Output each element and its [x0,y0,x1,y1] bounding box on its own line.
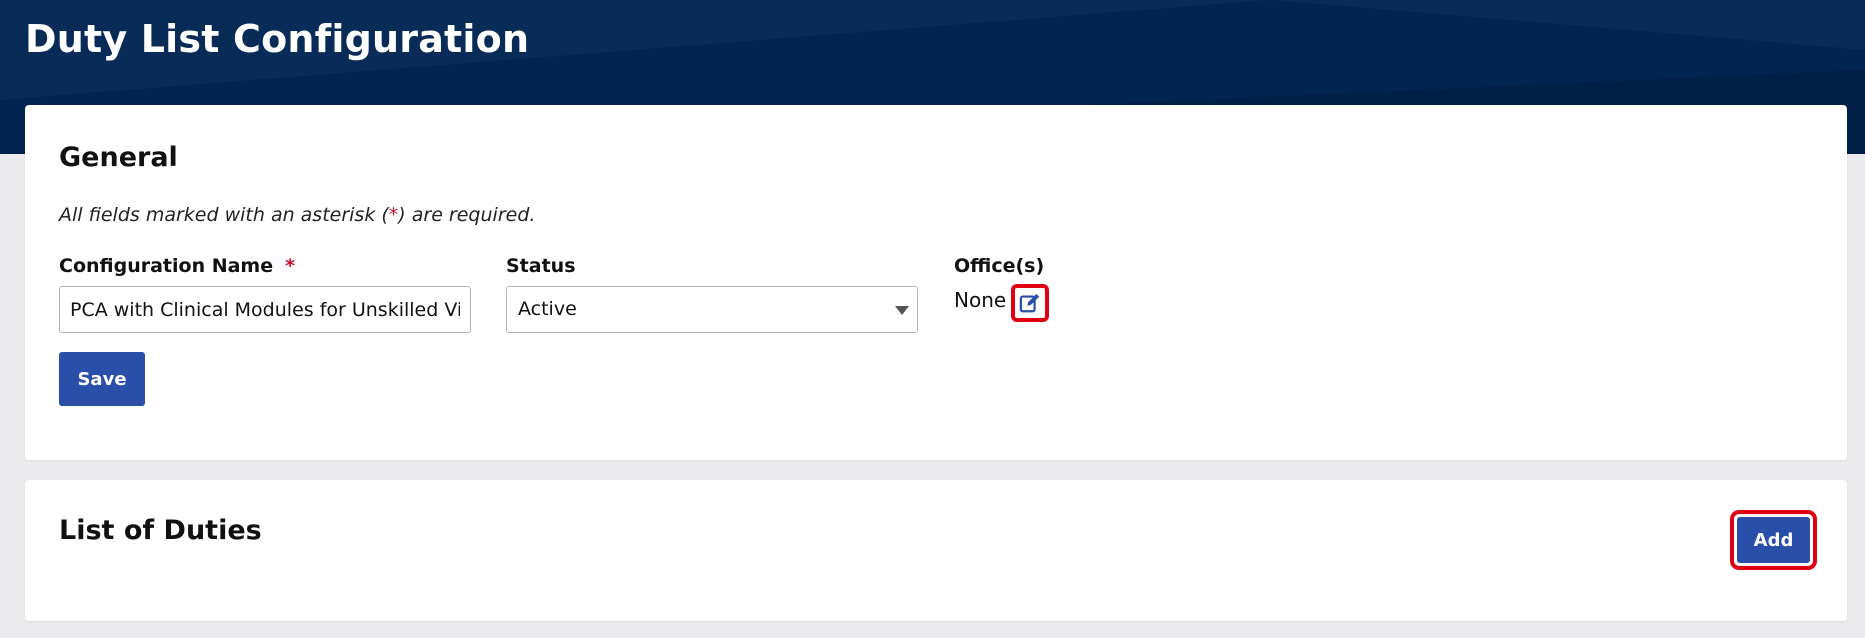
list-of-duties-title: List of Duties [59,515,262,546]
general-section: General All fields marked with an asteri… [25,105,1847,460]
page-title: Duty List Configuration [25,17,530,61]
configuration-name-input[interactable] [59,286,471,333]
edit-offices-button[interactable] [1011,284,1049,322]
required-note-text-start: All fields marked with an asterisk ( [59,204,389,226]
configuration-name-label-text: Configuration Name [59,255,274,277]
required-marker: * [285,255,296,277]
add-duty-button[interactable]: Add [1737,517,1810,563]
status-label: Status [506,255,576,277]
required-note-text-end: ) are required. [398,204,536,226]
configuration-name-label: Configuration Name * [59,255,295,277]
general-section-title: General [59,142,178,173]
required-fields-note: All fields marked with an asterisk (*) a… [59,204,535,226]
caret-down-icon [895,306,909,315]
offices-value: None [954,288,1007,312]
status-select[interactable]: Active [506,286,918,333]
list-of-duties-section: List of Duties Add [25,480,1847,621]
required-note-asterisk: * [388,204,399,226]
offices-label: Office(s) [954,255,1045,277]
add-button-highlight: Add [1730,510,1817,570]
save-button[interactable]: Save [59,352,145,406]
status-selected-value: Active [518,298,577,320]
edit-icon [1019,293,1040,313]
